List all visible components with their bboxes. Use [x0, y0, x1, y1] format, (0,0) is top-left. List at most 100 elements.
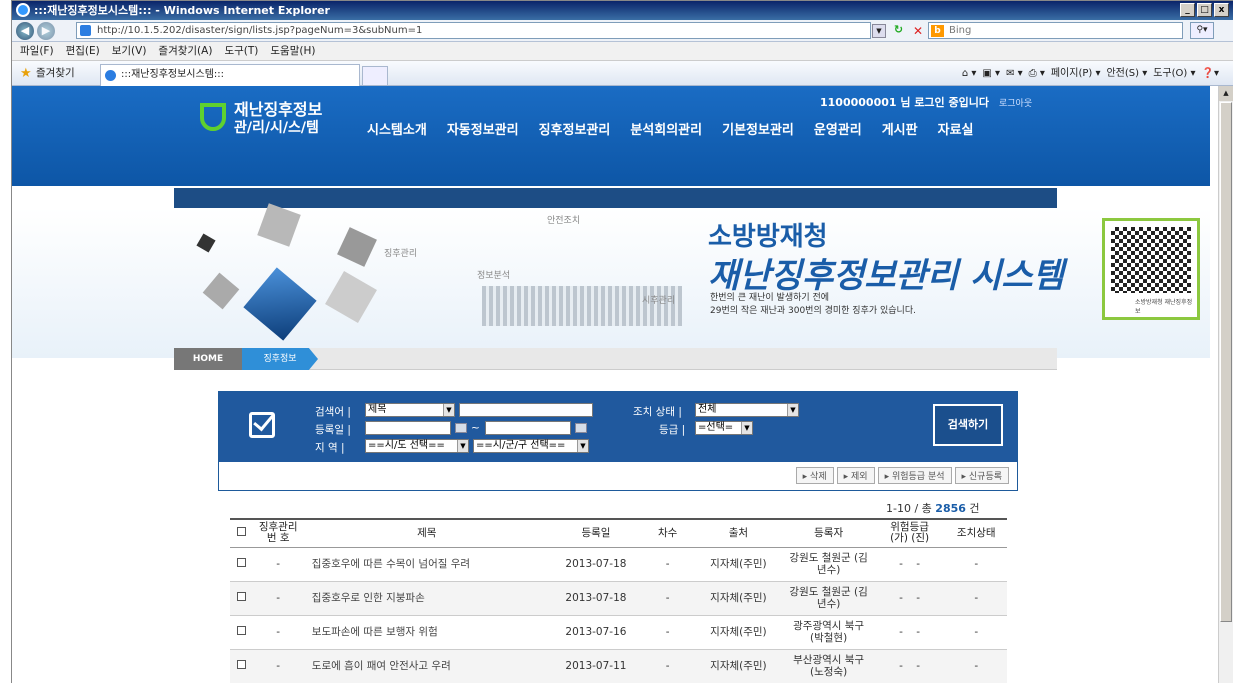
close-button[interactable]: x	[1214, 3, 1229, 17]
safety-menu[interactable]: 안전(S) ▾	[1106, 61, 1147, 86]
search-panel: 검색어 | 제목 ▼ 조치 상태 | 전체 ▼ 등록일 | ~ 등급 | =선택= ▼…	[218, 391, 1018, 491]
qr-code-icon	[1111, 227, 1191, 293]
cell-date: 2013-07-11	[549, 649, 643, 683]
row-checkbox[interactable]	[236, 558, 246, 567]
menu-favorites[interactable]: 즐겨찾기(A)	[158, 42, 212, 60]
calendar-icon[interactable]	[455, 423, 467, 433]
page-content: 재난징후정보 관/리/시/스/템 1100000001 님 로그인 중입니다 로그…	[12, 86, 1210, 683]
nav-library[interactable]: 자료실	[928, 119, 984, 138]
date-label: 등록일 |	[315, 424, 351, 436]
nav-auto-info[interactable]: 자동정보관리	[437, 119, 529, 138]
page-menu[interactable]: 페이지(P) ▾	[1051, 61, 1101, 86]
cell-title-link[interactable]: 집중호우로 인한 지붕파손	[303, 581, 550, 616]
table-row[interactable]: - 도로에 흠이 패여 안전사고 우려 2013-07-11 - 지자체(주민)…	[230, 649, 1007, 683]
nav-basic-info[interactable]: 기본정보관리	[712, 119, 804, 138]
home-icon[interactable]: ⌂ ▾	[962, 61, 977, 86]
keyword-type-select[interactable]: 제목 ▼	[365, 403, 455, 417]
site-header: 재난징후정보 관/리/시/스/템 1100000001 님 로그인 중입니다 로그…	[12, 86, 1210, 186]
cell-title-link[interactable]: 보도파손에 따른 보행자 위험	[303, 615, 550, 650]
banner-label: 정보분석	[477, 271, 511, 281]
menu-file[interactable]: 파일(F)	[20, 42, 54, 60]
ie-icon	[16, 3, 30, 17]
favorites-star-icon[interactable]: ★	[20, 61, 32, 86]
menu-edit[interactable]: 편집(E)	[66, 42, 100, 60]
search-icon[interactable]: ⚲▾	[1190, 22, 1214, 39]
cube-decoration	[337, 227, 377, 267]
col-grade: 위험등급 (가) (진)	[873, 518, 946, 548]
vertical-scrollbar[interactable]: ▲	[1218, 86, 1233, 683]
search-button[interactable]: 검색하기	[933, 404, 1003, 446]
cell-source: 지자체(주민)	[693, 615, 784, 650]
scroll-thumb[interactable]	[1220, 102, 1232, 622]
banner-system-title: 재난징후정보관리 시스템	[708, 256, 1064, 296]
exclude-button[interactable]: ▸ 제외	[836, 467, 875, 484]
checkbox-icon	[249, 412, 275, 438]
back-button[interactable]: ◀	[16, 22, 34, 40]
search-box[interactable]: b Bing	[928, 22, 1183, 39]
url-dropdown-button[interactable]: ▼	[872, 24, 886, 38]
tools-menu[interactable]: 도구(O) ▾	[1153, 61, 1195, 86]
help-icon[interactable]: ❓▾	[1202, 61, 1219, 86]
row-checkbox[interactable]	[236, 660, 246, 669]
cell-title-link[interactable]: 도로에 흠이 패여 안전사고 우려	[303, 649, 550, 683]
nav-system-intro[interactable]: 시스템소개	[357, 119, 437, 138]
stop-icon[interactable]: ✕	[910, 23, 926, 39]
scroll-up-button[interactable]: ▲	[1219, 86, 1233, 101]
select-all-checkbox[interactable]	[230, 518, 253, 548]
breadcrumb-home[interactable]: HOME	[174, 348, 242, 370]
url-input[interactable]: http://10.1.5.202/disaster/sign/lists.js…	[76, 22, 871, 39]
table-row[interactable]: - 집중호우로 인한 지붕파손 2013-07-18 - 지자체(주민) 강원도…	[230, 581, 1007, 616]
status-select[interactable]: 전체 ▼	[695, 403, 799, 417]
logo-subtitle[interactable]: 관/리/시/스/템	[234, 117, 319, 137]
calendar-icon[interactable]	[575, 423, 587, 433]
cell-status: -	[945, 581, 1007, 616]
minimize-button[interactable]: _	[1180, 3, 1195, 17]
favorites-button[interactable]: 즐겨찾기	[36, 61, 75, 86]
feeds-icon[interactable]: ▣ ▾	[982, 61, 1000, 86]
menu-help[interactable]: 도움말(H)	[270, 42, 315, 60]
cube-decoration	[325, 271, 377, 323]
cell-number: -	[252, 547, 304, 582]
banner-label: 시후관리	[642, 296, 676, 306]
cell-title-link[interactable]: 집중호우에 따른 수목이 넘어질 우려	[303, 547, 550, 582]
cell-number: -	[252, 649, 304, 683]
new-tab-button[interactable]	[362, 66, 388, 86]
row-checkbox[interactable]	[236, 592, 246, 601]
sign-list-table: 징후관리 번 호 제목 등록일 차수 출처 등록자 위험등급 (가) (진) 조…	[230, 518, 1007, 683]
banner-subtitle: 한번의 큰 재난이 발생하기 전에 29번의 작은 재난과 300번의 경미한 징…	[710, 293, 916, 316]
maximize-button[interactable]: □	[1197, 3, 1212, 17]
chevron-down-icon: ▼	[577, 440, 588, 452]
date-start-input[interactable]	[365, 421, 451, 435]
forward-button[interactable]: ▶	[37, 22, 55, 40]
mail-icon[interactable]: ✉ ▾	[1006, 61, 1023, 86]
nav-sign-info[interactable]: 징후정보관리	[529, 119, 621, 138]
menu-tools[interactable]: 도구(T)	[224, 42, 258, 60]
browser-tab[interactable]: :::재난징후정보시스템:::	[100, 64, 360, 86]
refresh-icon[interactable]: ↻	[890, 23, 907, 39]
cell-date: 2013-07-18	[549, 547, 643, 582]
window-title: :::재난징후정보시스템::: - Windows Internet Explo…	[34, 4, 330, 17]
nav-operation[interactable]: 운영관리	[804, 119, 872, 138]
cell-round: -	[642, 649, 694, 683]
checkbox-icon[interactable]	[236, 527, 246, 537]
keyword-input[interactable]	[459, 403, 593, 417]
risk-analysis-button[interactable]: ▸ 위험등급 분석	[877, 467, 952, 484]
nav-analysis-meeting[interactable]: 분석회의관리	[620, 119, 712, 138]
new-register-button[interactable]: ▸ 신규등록	[954, 467, 1009, 484]
nav-board[interactable]: 게시판	[872, 119, 928, 138]
logout-link[interactable]: 로그아웃	[999, 99, 1032, 109]
grade-select[interactable]: =선택= ▼	[695, 421, 753, 435]
region-city-select[interactable]: ==시/군/구 선택== ▼	[473, 439, 589, 453]
row-checkbox[interactable]	[236, 626, 246, 635]
delete-button[interactable]: ▸ 삭제	[795, 467, 834, 484]
cell-grade: - -	[873, 581, 946, 616]
date-end-input[interactable]	[485, 421, 571, 435]
cell-round: -	[642, 547, 694, 582]
cell-author: 부산광역시 북구 (노정숙)	[783, 649, 874, 683]
print-icon[interactable]: ⎙ ▾	[1029, 61, 1045, 86]
table-row[interactable]: - 집중호우에 따른 수목이 넘어질 우려 2013-07-18 - 지자체(주…	[230, 547, 1007, 582]
cell-author: 강원도 철원군 (김 년수)	[783, 547, 874, 582]
menu-view[interactable]: 보기(V)	[112, 42, 147, 60]
table-row[interactable]: - 보도파손에 따른 보행자 위험 2013-07-16 - 지자체(주민) 광…	[230, 615, 1007, 650]
region-province-select[interactable]: ==시/도 선택== ▼	[365, 439, 469, 453]
